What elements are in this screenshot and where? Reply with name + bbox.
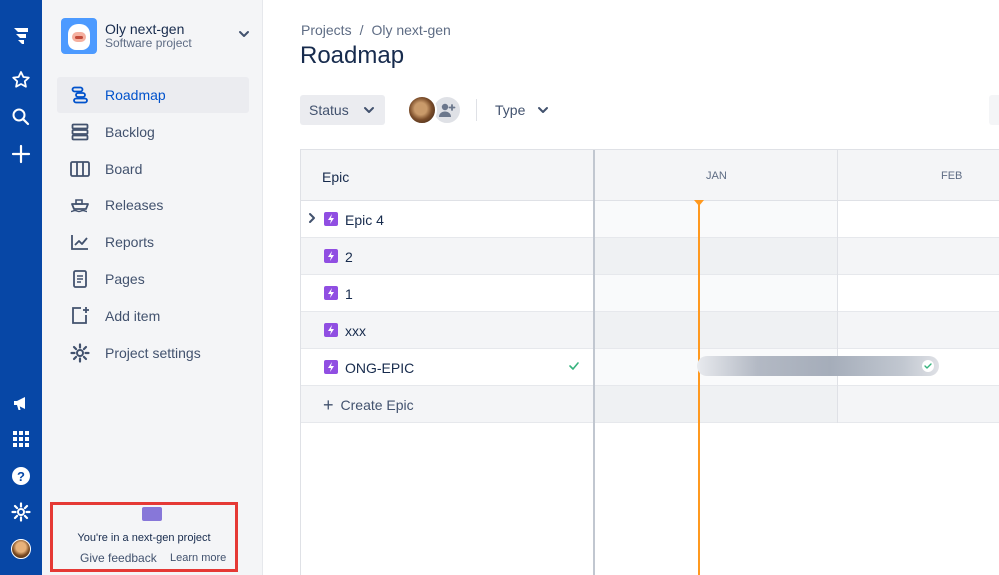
breadcrumb-projects[interactable]: Projects [301,22,352,38]
gear-icon [69,342,91,364]
month-divider [837,150,838,423]
epic-column-header: Epic [322,169,350,185]
app-switcher-icon[interactable] [0,423,42,455]
epic-icon [324,212,338,226]
epic-icon [324,360,338,374]
sidebar-item-label: Add item [105,307,161,324]
search-icon[interactable] [0,101,42,133]
create-epic-label: Create Epic [340,397,414,413]
sidebar-item-releases[interactable]: Releases [57,187,249,223]
project-name: Oly next-gen [105,21,185,38]
global-nav: ? [0,0,42,575]
sidebar-item-roadmap[interactable]: Roadmap [57,77,249,113]
epic-title: xxx [345,323,366,339]
sidebar-item-label: Pages [105,270,145,287]
epic-icon [324,323,338,337]
status-filter-button[interactable]: Status [300,95,385,125]
ship-icon [69,194,91,216]
roadmap-header: Epic JAN FEB [301,150,999,201]
sidebar-item-project-settings[interactable]: Project settings [57,335,249,371]
toolbar-divider [476,99,477,121]
sidebar-item-label: Releases [105,197,164,214]
create-plus-icon[interactable] [0,138,42,170]
star-icon[interactable] [0,64,42,96]
epic-row[interactable]: Epic 4 [301,201,999,238]
board-icon [69,158,91,180]
roadmap-icon [69,84,91,106]
sidebar-item-reports[interactable]: Reports [57,224,249,260]
chart-line-icon [69,231,91,253]
epic-title: 1 [345,286,353,302]
sidebar-item-label: Backlog [105,123,155,140]
type-filter-label: Type [495,102,526,118]
backlog-icon [69,121,91,143]
page-icon [69,268,91,290]
epic-row[interactable]: 2 [301,238,999,275]
epic-title: ONG-EPIC [345,360,415,376]
help-icon[interactable]: ? [0,460,42,492]
check-icon [922,360,934,372]
type-filter-button[interactable]: Type [486,95,556,125]
sidebar-item-label: Project settings [105,344,201,361]
add-item-icon [69,305,91,327]
nextgen-title: You're in a next-gen project [77,532,211,544]
give-feedback-link[interactable]: Give feedback [80,551,157,565]
user-avatar[interactable] [0,533,42,565]
settings-gear-icon[interactable] [0,496,42,528]
sidebar-item-backlog[interactable]: Backlog [57,114,249,150]
project-sidebar: Oly next-gen Software project Roadmap Ba… [42,0,263,575]
jira-logo-icon[interactable] [0,20,42,52]
sidebar-item-board[interactable]: Board [57,151,249,187]
megaphone-icon[interactable] [0,387,42,419]
month-label-jan: JAN [706,170,727,182]
roadmap-grid: Epic JAN FEB Epic 4 2 1 xxx ONG-EPIC + C… [300,149,999,575]
learn-more-link[interactable]: Learn more [170,552,226,564]
epic-row[interactable]: 1 [301,275,999,312]
toolbar-overflow-button[interactable] [989,95,999,125]
nextgen-notice: You're in a next-gen project Give feedba… [50,502,238,572]
sidebar-item-label: Board [105,160,143,177]
plus-icon: + [323,395,334,415]
epic-row[interactable]: xxx [301,312,999,349]
project-type: Software project [105,36,192,51]
sidebar-item-pages[interactable]: Pages [57,261,249,297]
assignee-avatar[interactable] [407,95,437,125]
project-header[interactable]: Oly next-gen Software project [61,16,251,56]
sidebar-item-label: Roadmap [105,87,166,103]
epic-icon [324,249,338,263]
chevron-right-icon[interactable] [306,211,318,228]
project-avatar [61,18,97,54]
breadcrumb: Projects / Oly next-gen [301,22,451,38]
panel-splitter[interactable] [593,150,595,575]
page-title: Roadmap [300,42,405,69]
project-nav-list: Roadmap Backlog Board Releases Reports P… [57,77,249,371]
chevron-down-icon [536,103,550,120]
done-check-icon [567,359,581,376]
svg-text:?: ? [17,469,25,484]
breadcrumb-separator: / [359,22,364,38]
today-line [698,201,700,575]
chevron-down-icon [362,103,376,120]
epic-title: 2 [345,249,353,265]
month-label-feb: FEB [941,170,963,182]
status-filter-label: Status [309,102,349,118]
folder-icon [142,507,162,521]
sidebar-item-label: Reports [105,234,155,251]
epic-icon [324,286,338,300]
create-epic-row[interactable]: + Create Epic [301,386,999,423]
epic-timeline-bar[interactable] [697,356,939,376]
create-epic-button[interactable]: + Create Epic [323,395,414,415]
sidebar-item-add-item[interactable]: Add item [57,298,249,334]
breadcrumb-project[interactable]: Oly next-gen [371,22,450,38]
epic-title: Epic 4 [345,212,384,228]
chevron-down-icon[interactable] [237,27,251,44]
